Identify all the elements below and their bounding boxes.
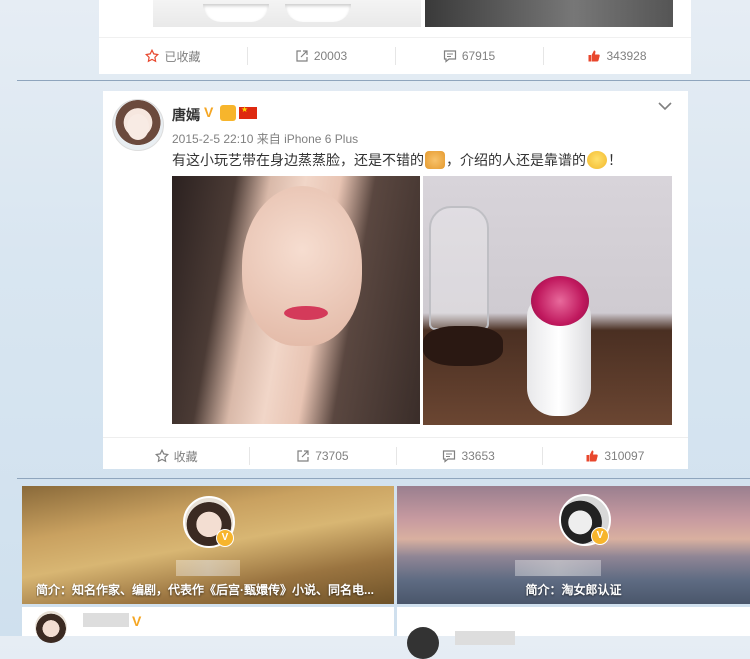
photo-face-shape <box>242 186 362 346</box>
grin-emoji-icon <box>587 151 607 169</box>
like-icon <box>585 449 599 463</box>
like-button[interactable]: 310097 <box>541 438 688 474</box>
previous-post-card: 已收藏 20003 67915 343928 <box>99 0 691 74</box>
blurred-username <box>515 560 601 576</box>
post-source: 来自 iPhone 6 Plus <box>256 132 359 146</box>
china-flag-icon[interactable] <box>239 105 257 119</box>
photo-lips-shape <box>284 306 328 320</box>
post-text: 有这小玩艺带在身边蒸蒸脸，还是不错的 ，介绍的人还是靠谱的 ！ <box>172 150 622 170</box>
blurred-username <box>455 631 515 645</box>
like-button[interactable]: 343928 <box>543 38 691 74</box>
photo-lamp-base-shape <box>423 326 503 366</box>
recommend-user-card[interactable]: V 简介：淘女郎认证 <box>397 486 750 604</box>
user-intro: 简介：知名作家、编剧，代表作《后宫·甄嬛传》小说、同名电... <box>36 583 375 597</box>
comment-button[interactable]: 33653 <box>395 438 542 474</box>
blurred-username <box>83 613 129 627</box>
favorite-button[interactable]: 收藏 <box>103 438 249 474</box>
verified-icon: V <box>591 527 609 545</box>
feed-divider <box>17 478 750 479</box>
post-image-selfie[interactable] <box>172 176 420 424</box>
post-image-shoes[interactable] <box>153 0 421 27</box>
next-post-card <box>397 607 750 659</box>
avatar[interactable] <box>35 611 67 643</box>
post-text-part: ，介绍的人还是靠谱的 <box>446 152 586 168</box>
post-timestamp[interactable]: 2015-2-5 22:10 <box>172 132 253 146</box>
star-icon <box>154 449 169 463</box>
forward-button[interactable]: 20003 <box>247 38 395 74</box>
comment-count: 67915 <box>461 49 496 63</box>
comment-button[interactable]: 67915 <box>395 38 543 74</box>
shoe-shape <box>285 4 351 22</box>
photo-lamp-shape <box>429 206 489 330</box>
comment-icon <box>443 49 457 63</box>
favorite-label: 收藏 <box>173 449 198 464</box>
avatar[interactable] <box>112 99 164 151</box>
forward-icon <box>296 449 310 463</box>
favorite-label: 已收藏 <box>164 49 201 64</box>
forward-count: 20003 <box>313 49 348 63</box>
username[interactable]: 唐嫣 <box>172 105 200 125</box>
next-post-card: V <box>22 607 394 643</box>
verified-icon: V <box>132 613 142 629</box>
verified-icon: V <box>216 529 234 547</box>
recommend-user-card[interactable]: V 简介：知名作家、编剧，代表作《后宫·甄嬛传》小说、同名电... <box>22 486 394 604</box>
forward-count: 73705 <box>315 449 349 463</box>
avatar[interactable] <box>407 627 439 659</box>
action-bar: 收藏 73705 33653 310097 <box>103 437 688 474</box>
chevron-down-icon[interactable] <box>656 97 674 115</box>
post-card: 唐嫣 V 2015-2-5 22:10 来自 iPhone 6 Plus 有这小… <box>103 91 688 469</box>
post-meta: 2015-2-5 22:10 来自 iPhone 6 Plus <box>172 130 358 147</box>
comment-count: 33653 <box>461 449 495 463</box>
post-image-facial-steamer[interactable] <box>423 176 672 425</box>
comment-icon <box>442 449 456 463</box>
feed-divider <box>17 80 750 81</box>
thumbs-up-emoji-icon <box>425 151 445 169</box>
like-count: 343928 <box>606 49 647 63</box>
photo-steamer-cone-shape <box>531 276 589 326</box>
favorite-button[interactable]: 已收藏 <box>99 38 247 74</box>
user-intro: 简介：淘女郎认证 <box>525 583 622 597</box>
member-crown-icon[interactable] <box>220 105 236 121</box>
shoe-shape <box>203 4 269 22</box>
forward-icon <box>295 49 309 63</box>
post-text-part: 有这小玩艺带在身边蒸蒸脸，还是不错的 <box>172 152 424 168</box>
post-image-person[interactable] <box>425 0 673 27</box>
verified-icon[interactable]: V <box>204 105 218 119</box>
action-bar: 已收藏 20003 67915 343928 <box>99 37 691 74</box>
like-count: 310097 <box>604 449 645 463</box>
forward-button[interactable]: 73705 <box>249 438 395 474</box>
post-text-part: ！ <box>608 152 622 168</box>
avatar-face <box>127 114 149 140</box>
star-icon <box>145 49 160 63</box>
blurred-username <box>176 560 240 576</box>
like-icon <box>587 49 601 63</box>
